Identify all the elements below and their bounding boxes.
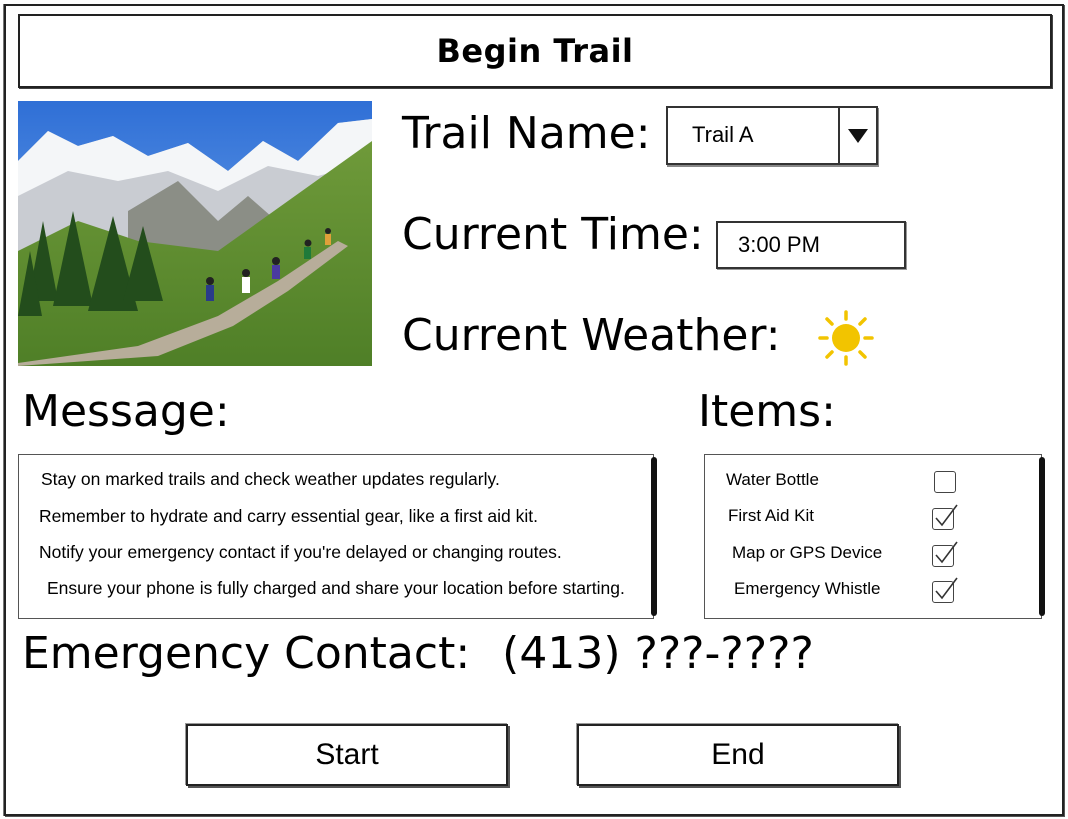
emergency-whistle-checkbox[interactable] xyxy=(932,577,958,603)
emergency-contact-label: Emergency Contact: xyxy=(22,628,471,679)
chevron-down-icon[interactable] xyxy=(838,108,876,163)
items-label: Items: xyxy=(698,386,836,437)
sun-icon xyxy=(818,310,874,370)
current-weather-label: Current Weather: xyxy=(402,310,781,361)
trail-select-value: Trail A xyxy=(692,122,754,147)
message-line: Notify your emergency contact if you're … xyxy=(39,542,562,562)
start-button[interactable]: Start xyxy=(186,724,508,786)
trail-photo xyxy=(18,101,372,366)
emergency-contact-number: (413) ???-???? xyxy=(502,628,814,679)
item-label: First Aid Kit xyxy=(728,506,814,525)
message-label: Message: xyxy=(22,386,230,437)
time-field[interactable]: 3:00 PM xyxy=(716,221,906,269)
water-bottle-checkbox[interactable] xyxy=(934,471,956,493)
item-label: Emergency Whistle xyxy=(734,579,881,598)
message-line: Stay on marked trails and check weather … xyxy=(41,469,500,489)
map-gps-checkbox[interactable] xyxy=(932,541,958,567)
trail-name-label: Trail Name: xyxy=(402,108,651,159)
message-panel-edge xyxy=(651,457,657,616)
emergency-contact: Emergency Contact: (413) ???-???? xyxy=(22,632,814,676)
item-label: Map or GPS Device xyxy=(732,543,883,562)
message-line: Remember to hydrate and carry essential … xyxy=(39,506,538,526)
trail-select[interactable]: Trail A xyxy=(666,106,878,165)
check-icon xyxy=(935,577,958,600)
end-button[interactable]: End xyxy=(577,724,899,786)
page-title: Begin Trail xyxy=(436,32,634,70)
check-icon xyxy=(935,504,958,527)
message-line: Ensure your phone is fully charged and s… xyxy=(47,578,625,598)
first-aid-kit-checkbox[interactable] xyxy=(932,504,958,530)
check-icon xyxy=(935,541,958,564)
title-bar: Begin Trail xyxy=(18,14,1052,88)
items-panel-edge xyxy=(1039,457,1045,616)
item-label: Water Bottle xyxy=(726,470,819,489)
message-panel: Stay on marked trails and check weather … xyxy=(18,454,657,619)
items-panel: Water Bottle First Aid Kit Map or GPS De… xyxy=(704,454,1045,619)
current-time-label: Current Time: xyxy=(402,209,704,260)
time-value: 3:00 PM xyxy=(738,232,820,257)
